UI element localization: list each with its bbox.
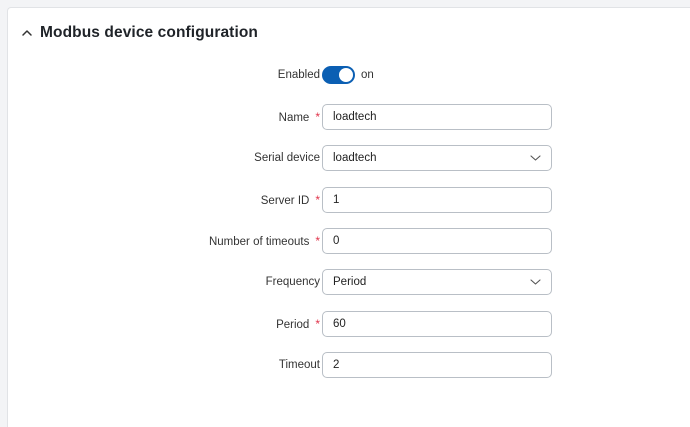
server-id-label: Server ID * [260,193,320,207]
number-of-timeouts-label: Number of timeouts * [208,234,320,248]
toggle-knob [339,68,353,82]
chevron-up-icon [22,30,32,36]
row-name: Name * [0,104,690,130]
number-of-timeouts-input[interactable] [322,228,552,254]
row-serial-device: Serial device loadtech [0,145,690,171]
chevron-down-icon [530,155,541,161]
frequency-label: Frequency [265,276,320,288]
timeout-label: Timeout [278,359,320,371]
name-input[interactable] [322,104,552,130]
section-title: Modbus device configuration [40,24,258,41]
row-server-id: Server ID * [0,187,690,213]
row-number-of-timeouts: Number of timeouts * [0,228,690,254]
frequency-select[interactable]: Period [322,269,552,295]
period-input[interactable] [322,311,552,337]
required-mark: * [315,234,320,248]
required-mark: * [315,193,320,207]
enabled-state-text: on [361,69,374,81]
required-mark: * [315,110,320,124]
name-label: Name * [278,110,320,124]
serial-device-value: loadtech [333,152,377,164]
row-period: Period * [0,311,690,337]
serial-device-label: Serial device [254,152,320,164]
serial-device-select[interactable]: loadtech [322,145,552,171]
enabled-toggle[interactable] [322,66,355,84]
section-header-toggle[interactable]: Modbus device configuration [20,22,258,44]
row-frequency: Frequency Period [0,269,690,295]
row-timeout: Timeout [0,352,690,378]
required-mark: * [315,317,320,331]
period-label: Period * [276,317,320,331]
frequency-value: Period [333,276,367,288]
timeout-input[interactable] [322,352,552,378]
row-enabled: Enabled on [0,62,690,88]
enabled-label: Enabled [277,69,320,81]
server-id-input[interactable] [322,187,552,213]
chevron-down-icon [530,279,541,285]
